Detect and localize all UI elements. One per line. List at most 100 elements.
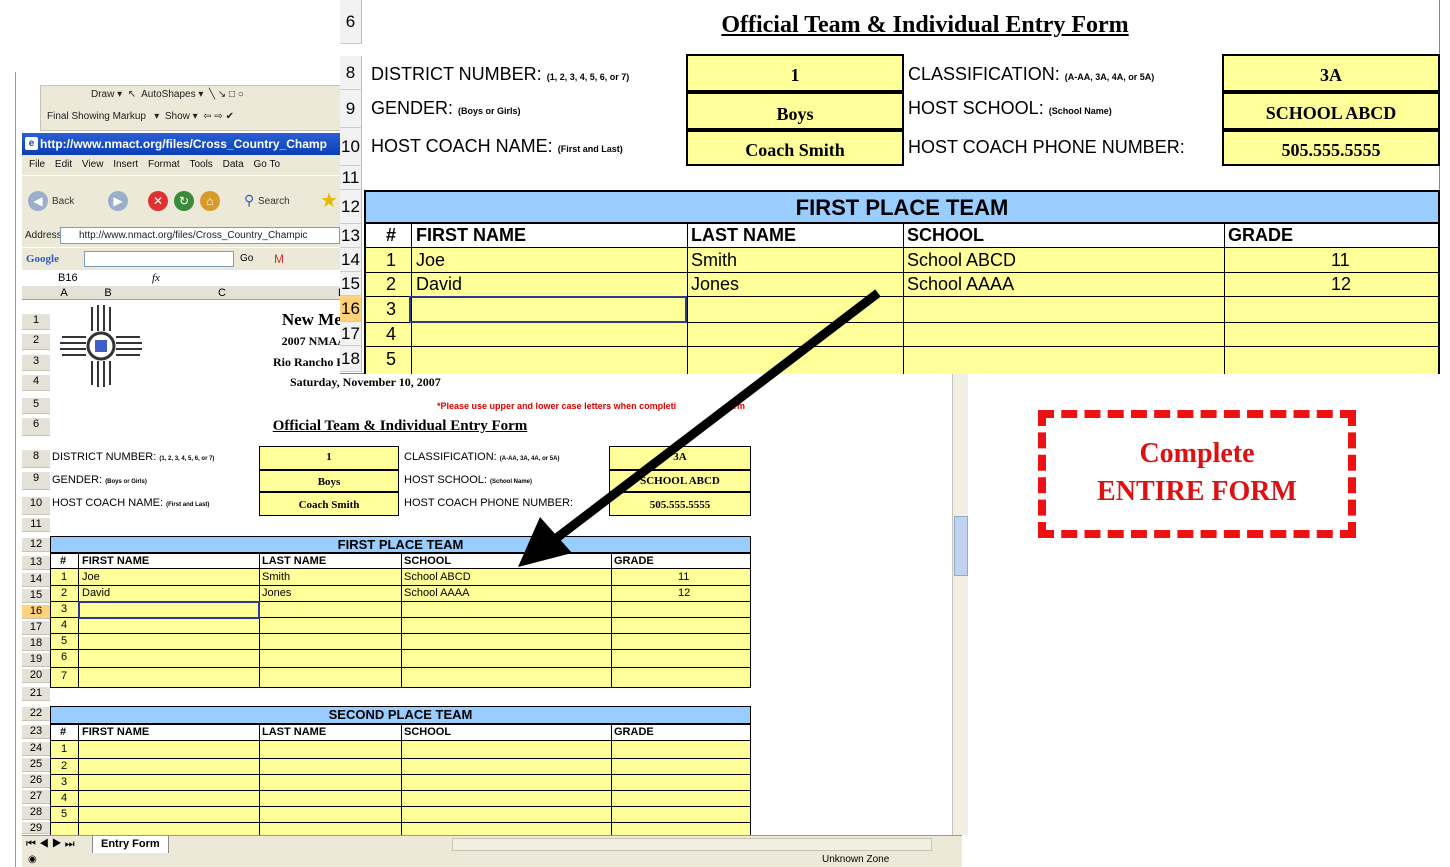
menu-file[interactable]: File (29, 159, 45, 170)
row-header[interactable]: 23 (22, 725, 50, 739)
row-header[interactable]: 11 (22, 518, 50, 532)
back-icon[interactable]: ◀ (28, 191, 48, 211)
show-menu[interactable]: Show ▾ (165, 111, 198, 122)
row-header[interactable]: 25 (22, 758, 50, 772)
menu-format[interactable]: Format (148, 159, 180, 170)
row-header[interactable]: 14 (22, 573, 50, 587)
menu-goto[interactable]: Go To (254, 159, 281, 170)
google-search-input[interactable] (84, 251, 234, 267)
first-name-cell[interactable]: Joe (416, 250, 445, 271)
phone-field[interactable]: 505.555.5555 (1222, 130, 1440, 166)
row-header-selected[interactable]: 16 (22, 605, 50, 619)
row-header[interactable]: 19 (22, 653, 50, 667)
school-cell[interactable]: School ABCD (907, 250, 1016, 271)
zoom-row-header[interactable]: 15 (340, 272, 362, 296)
menu-data[interactable]: Data (223, 159, 244, 170)
grade-cell[interactable]: 12 (1331, 274, 1351, 295)
row-header[interactable]: 22 (22, 707, 50, 721)
last-name-cell[interactable]: Smith (262, 571, 290, 583)
school-cell[interactable]: School ABCD (404, 571, 471, 583)
row-header[interactable]: 1 (22, 314, 50, 330)
prev-change-icon[interactable]: ⇦ (203, 111, 211, 122)
gmail-icon[interactable]: M (274, 248, 284, 270)
sheet-nav-arrows-icon[interactable]: ⏮ ◀ ▶ ⏭ (26, 836, 75, 853)
arrow-icon[interactable]: ↘ (218, 89, 226, 100)
selected-cell-small[interactable] (78, 601, 260, 619)
district-field[interactable]: 1 (686, 54, 904, 92)
row-header[interactable]: 24 (22, 742, 50, 756)
row-header[interactable]: 28 (22, 806, 50, 820)
search-button-label[interactable]: Search (258, 196, 290, 207)
menu-insert[interactable]: Insert (113, 159, 138, 170)
oval-icon[interactable]: ○ (238, 89, 244, 100)
first-name-cell[interactable]: David (416, 274, 462, 295)
row-header[interactable]: 3 (22, 355, 50, 371)
select-arrow-icon[interactable]: ↖ (128, 89, 136, 100)
first-name-cell[interactable]: David (82, 587, 110, 599)
district-field-small[interactable]: 1 (259, 446, 399, 470)
sheet-tab-entry-form[interactable]: Entry Form (92, 836, 169, 854)
row-header[interactable]: 27 (22, 790, 50, 804)
grade-cell[interactable]: 11 (1331, 250, 1350, 271)
column-header-a[interactable]: A (50, 286, 78, 300)
next-change-icon[interactable]: ⇨ (214, 111, 222, 122)
school-cell[interactable]: School AAAA (907, 274, 1014, 295)
coach-field[interactable]: Coach Smith (686, 130, 904, 166)
markup-dropdown[interactable]: Final Showing Markup (47, 111, 146, 122)
google-go-button[interactable]: Go (240, 248, 253, 270)
last-name-cell[interactable]: Smith (691, 250, 737, 271)
row-header[interactable]: 21 (22, 687, 50, 701)
grade-cell[interactable]: 12 (678, 587, 690, 599)
accept-change-icon[interactable]: ✔ (226, 111, 234, 122)
zoom-row-header[interactable]: 13 (340, 224, 362, 248)
last-name-cell[interactable]: Jones (262, 587, 291, 599)
favorites-star-icon[interactable]: ★ (320, 188, 338, 213)
classification-field[interactable]: 3A (1222, 54, 1440, 92)
row-header[interactable]: 18 (22, 637, 50, 651)
column-header-b[interactable]: B (78, 286, 138, 300)
zoom-row-header[interactable]: 17 (340, 322, 362, 346)
search-icon[interactable]: ⚲ (244, 192, 254, 209)
menu-edit[interactable]: Edit (55, 159, 72, 170)
row-header[interactable]: 13 (22, 556, 50, 570)
row-header[interactable]: 8 (22, 450, 50, 468)
coach-field-small[interactable]: Coach Smith (259, 492, 399, 516)
row-header[interactable]: 26 (22, 774, 50, 788)
name-box[interactable]: B16 (24, 270, 94, 286)
first-name-cell[interactable]: Joe (82, 571, 100, 583)
row-header[interactable]: 20 (22, 669, 50, 683)
school-cell[interactable]: School AAAA (404, 587, 469, 599)
zoom-row-header[interactable]: 9 (340, 90, 362, 128)
refresh-icon[interactable]: ↻ (174, 191, 194, 211)
row-header[interactable]: 12 (22, 538, 50, 552)
zoom-row-header[interactable]: 18 (340, 346, 362, 372)
autoshapes-menu[interactable]: AutoShapes ▾ (141, 89, 203, 100)
host-school-field[interactable]: SCHOOL ABCD (1222, 92, 1440, 130)
scrollbar-thumb[interactable] (954, 516, 968, 576)
draw-menu[interactable]: Draw ▾ (91, 89, 122, 100)
row-header[interactable]: 2 (22, 334, 50, 350)
zoom-row-header[interactable]: 6 (340, 0, 362, 44)
zoom-row-header[interactable]: 11 (340, 166, 362, 190)
row-header[interactable]: 4 (22, 375, 50, 391)
row-header[interactable]: 10 (22, 497, 50, 515)
address-input[interactable]: http://www.nmact.org/files/Cross_Country… (60, 227, 340, 244)
row-header[interactable]: 29 (22, 822, 50, 834)
zoom-row-header[interactable]: 8 (340, 56, 362, 90)
gender-field-small[interactable]: Boys (259, 470, 399, 492)
zoom-row-header[interactable]: 14 (340, 248, 362, 272)
menu-tools[interactable]: Tools (189, 159, 212, 170)
row-header[interactable]: 17 (22, 621, 50, 635)
stop-icon[interactable]: ✕ (148, 191, 168, 211)
row-header[interactable]: 6 (22, 418, 50, 436)
horizontal-scrollbar[interactable] (452, 838, 932, 851)
line-icon[interactable]: ╲ (209, 89, 215, 100)
row-header[interactable]: 15 (22, 589, 50, 603)
column-header-c[interactable]: C (162, 286, 282, 300)
zoom-row-header-selected[interactable]: 16 (340, 296, 362, 322)
zoom-row-header[interactable]: 10 (340, 128, 362, 166)
row-header[interactable]: 9 (22, 472, 50, 490)
forward-icon[interactable]: ▶ (108, 191, 128, 211)
rectangle-icon[interactable]: □ (229, 89, 235, 100)
home-icon[interactable]: ⌂ (200, 191, 220, 211)
